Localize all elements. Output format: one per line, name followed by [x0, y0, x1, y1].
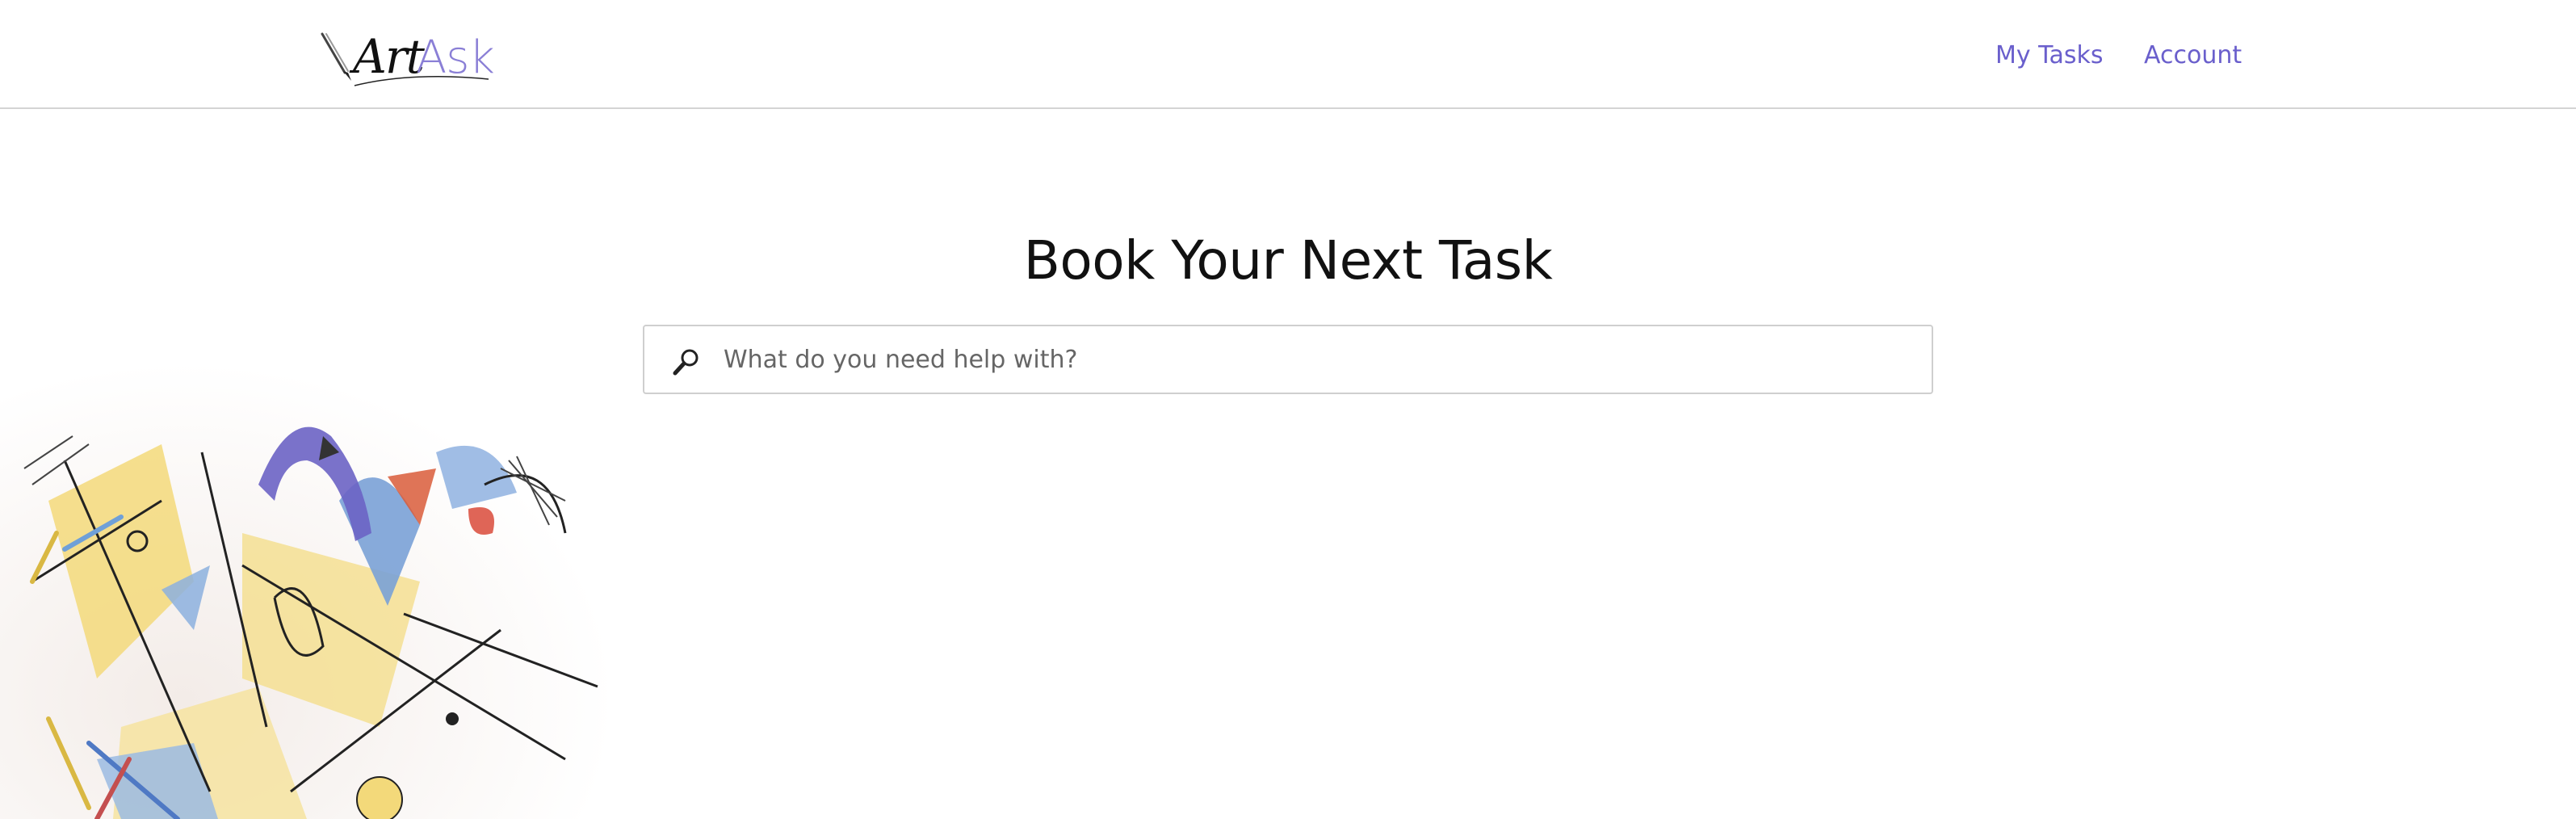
search-input[interactable]: [724, 326, 1903, 393]
artask-logo[interactable]: Art Ask: [317, 31, 495, 87]
paintbrush-icon: [321, 32, 351, 81]
nav-account[interactable]: Account: [2144, 38, 2242, 74]
page-title: Book Your Next Task: [1023, 229, 1553, 292]
abstract-art-illustration: [0, 339, 614, 819]
logo-underline-swoosh: [354, 75, 489, 86]
top-navbar: Art Ask My Tasks Account: [0, 0, 2576, 109]
magnifier-icon: [673, 349, 699, 376]
page: Art Ask My Tasks Account Book Your Next …: [0, 0, 2576, 819]
search-box[interactable]: [643, 325, 1933, 394]
nav-my-tasks[interactable]: My Tasks: [1995, 38, 2104, 74]
